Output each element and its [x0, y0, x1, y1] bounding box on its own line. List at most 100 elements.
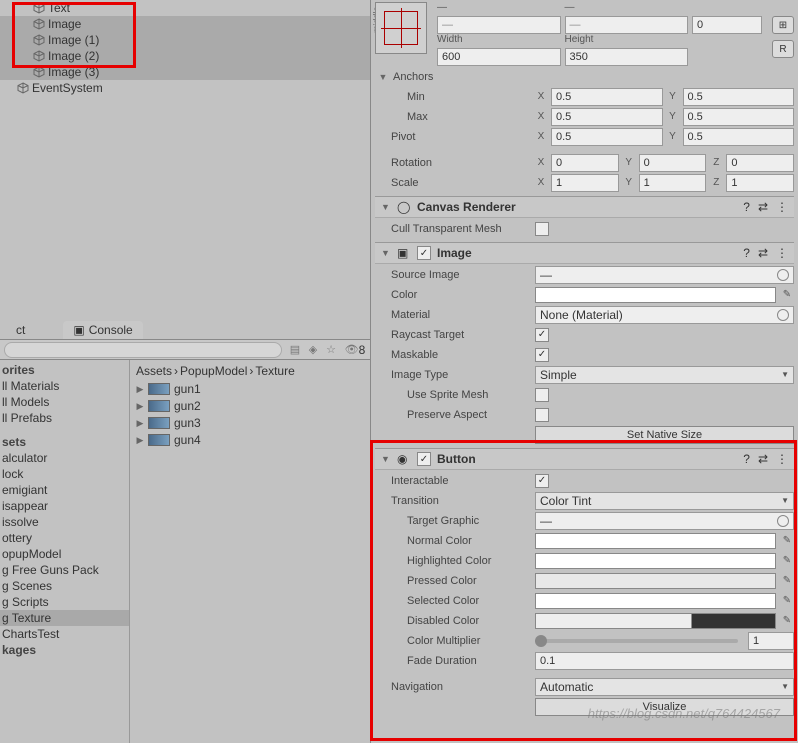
set-native-size-button[interactable]: Set Native Size [535, 426, 794, 444]
tree-folder[interactable]: opupModel [0, 546, 129, 562]
image-component-header[interactable]: ▼ ▣ Image ?⇄⋮ [375, 242, 794, 264]
highlighted-color-field[interactable] [535, 553, 776, 569]
layers-icon[interactable]: ▤ [286, 341, 304, 359]
target-graphic-field[interactable]: — [535, 512, 794, 530]
help-icon[interactable]: ? [743, 452, 750, 466]
tag-icon[interactable]: ◈ [304, 341, 322, 359]
star-icon[interactable]: ☆ [322, 341, 340, 359]
eyedropper-icon[interactable]: ✎ [780, 573, 794, 589]
tree-folder[interactable]: g Free Guns Pack [0, 562, 129, 578]
material-field[interactable]: None (Material) [535, 306, 794, 324]
hierarchy-item[interactable]: EventSystem [0, 80, 370, 96]
foldout-icon[interactable]: ▼ [381, 454, 391, 464]
visibility-icon[interactable]: 👁8 [340, 341, 370, 359]
hierarchy-item[interactable]: Image (2) [0, 48, 370, 64]
tree-folder[interactable]: alculator [0, 450, 129, 466]
hierarchy-item[interactable]: Image [0, 16, 370, 32]
normal-color-field[interactable] [535, 533, 776, 549]
tab-project[interactable]: ct [6, 321, 35, 339]
tree-folder[interactable]: isappear [0, 498, 129, 514]
raw-edit-button[interactable]: R [772, 40, 794, 58]
raycast-checkbox[interactable] [535, 328, 549, 342]
interactable-checkbox[interactable] [535, 474, 549, 488]
anchors-min-y-input[interactable]: 0.5 [683, 88, 795, 106]
menu-icon[interactable]: ⋮ [776, 246, 788, 260]
navigation-dropdown[interactable]: Automatic▼ [535, 678, 794, 696]
search-input[interactable] [4, 342, 282, 358]
object-picker-icon[interactable] [777, 515, 789, 527]
pivot-y-input[interactable]: 0.5 [683, 128, 795, 146]
scale-z-input[interactable]: 1 [726, 174, 794, 192]
tab-console[interactable]: ▣Console [63, 321, 142, 339]
asset-item[interactable]: ▶gun1 [136, 381, 364, 397]
image-type-dropdown[interactable]: Simple▼ [535, 366, 794, 384]
menu-icon[interactable]: ⋮ [776, 200, 788, 214]
cull-mesh-checkbox[interactable] [535, 222, 549, 236]
pressed-color-field[interactable] [535, 573, 776, 589]
canvas-renderer-header[interactable]: ▼ ◯ Canvas Renderer ?⇄⋮ [375, 196, 794, 218]
tree-folder[interactable]: ottery [0, 530, 129, 546]
object-picker-icon[interactable] [777, 269, 789, 281]
tree-folder[interactable]: g Scripts [0, 594, 129, 610]
preset-icon[interactable]: ⇄ [758, 452, 768, 466]
button-enable-checkbox[interactable] [417, 452, 431, 466]
transition-dropdown[interactable]: Color Tint▼ [535, 492, 794, 510]
color-multiplier-slider[interactable] [535, 639, 738, 643]
maskable-checkbox[interactable] [535, 348, 549, 362]
height-input[interactable]: 350 [565, 48, 689, 66]
pos-z-input[interactable]: 0 [692, 16, 762, 34]
favorites-header[interactable]: orites [0, 362, 129, 378]
rotation-z-input[interactable]: 0 [726, 154, 794, 172]
asset-item[interactable]: ▶gun4 [136, 432, 364, 448]
tree-folder[interactable]: g Scenes [0, 578, 129, 594]
preserve-aspect-checkbox[interactable] [535, 408, 549, 422]
tree-item[interactable]: ll Prefabs [0, 410, 129, 426]
anchors-foldout[interactable]: Anchors [387, 71, 547, 83]
rotation-y-input[interactable]: 0 [639, 154, 707, 172]
foldout-icon[interactable]: ▼ [381, 248, 391, 258]
pivot-x-input[interactable]: 0.5 [551, 128, 663, 146]
menu-icon[interactable]: ⋮ [776, 452, 788, 466]
sprite-mesh-checkbox[interactable] [535, 388, 549, 402]
blueprint-mode-button[interactable]: ⊞ [772, 16, 794, 34]
tree-folder[interactable]: ChartsTest [0, 626, 129, 642]
width-input[interactable]: 600 [437, 48, 561, 66]
anchors-max-x-input[interactable]: 0.5 [551, 108, 663, 126]
asset-item[interactable]: ▶gun3 [136, 415, 364, 431]
tree-item[interactable]: ll Models [0, 394, 129, 410]
preset-icon[interactable]: ⇄ [758, 200, 768, 214]
source-image-field[interactable]: — [535, 266, 794, 284]
foldout-icon[interactable]: ▼ [381, 202, 391, 212]
scale-x-input[interactable]: 1 [551, 174, 619, 192]
anchors-max-y-input[interactable]: 0.5 [683, 108, 795, 126]
disabled-color-field[interactable] [535, 613, 776, 629]
breadcrumb[interactable]: Assets› PopupModel› Texture [136, 362, 364, 380]
help-icon[interactable]: ? [743, 200, 750, 214]
hierarchy-item[interactable]: Image (1) [0, 32, 370, 48]
eyedropper-icon[interactable]: ✎ [780, 287, 794, 303]
tree-folder[interactable]: issolve [0, 514, 129, 530]
anchors-min-x-input[interactable]: 0.5 [551, 88, 663, 106]
color-multiplier-input[interactable]: 1 [748, 632, 794, 650]
tree-folder[interactable]: emigiant [0, 482, 129, 498]
assets-header[interactable]: sets [0, 434, 129, 450]
tree-folder[interactable]: lock [0, 466, 129, 482]
rotation-x-input[interactable]: 0 [551, 154, 619, 172]
scale-y-input[interactable]: 1 [639, 174, 707, 192]
hierarchy-item[interactable]: Text [0, 0, 370, 16]
button-component-header[interactable]: ▼ ◉ Button ?⇄⋮ [375, 448, 794, 470]
asset-item[interactable]: ▶gun2 [136, 398, 364, 414]
pos-x-input[interactable]: — [437, 16, 561, 34]
pos-y-input[interactable]: — [565, 16, 689, 34]
color-field[interactable] [535, 287, 776, 303]
image-enable-checkbox[interactable] [417, 246, 431, 260]
preset-icon[interactable]: ⇄ [758, 246, 768, 260]
visualize-button[interactable]: Visualize [535, 698, 794, 716]
hierarchy-item[interactable]: Image (3) [0, 64, 370, 80]
fade-duration-input[interactable]: 0.1 [535, 652, 794, 670]
eyedropper-icon[interactable]: ✎ [780, 593, 794, 609]
packages-header[interactable]: kages [0, 642, 129, 658]
eyedropper-icon[interactable]: ✎ [780, 613, 794, 629]
object-picker-icon[interactable] [777, 309, 789, 321]
help-icon[interactable]: ? [743, 246, 750, 260]
